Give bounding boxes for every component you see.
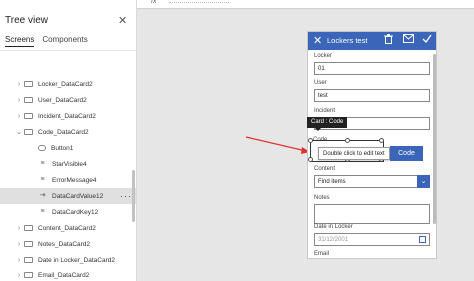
resize-handle[interactable]: [308, 138, 313, 143]
tree-item-user-datacard[interactable]: › User_DataCard2: [0, 92, 136, 108]
app-scrollbar[interactable]: [433, 54, 436, 224]
formula-text: [169, 2, 229, 5]
card-icon: [24, 241, 33, 247]
notes-input[interactable]: [314, 204, 430, 224]
button-icon: [38, 145, 46, 151]
chevron-right-icon[interactable]: ›: [14, 81, 24, 88]
chevron-right-icon[interactable]: ›: [14, 257, 24, 264]
tree-item-label: Code_DataCard2: [38, 128, 89, 136]
field-label-email: Email: [314, 251, 330, 257]
tree-divider: [0, 50, 136, 51]
resize-handle[interactable]: [345, 138, 350, 143]
field-label-date: Date in Locker: [314, 224, 353, 230]
tree-item-email-datacard[interactable]: › Email_DataCard2: [0, 267, 136, 281]
tree-item-label: Incident_DataCard2: [38, 112, 96, 120]
field-label-user: User: [314, 80, 327, 86]
tree-tabs: Screens Components: [5, 35, 88, 47]
resize-handle[interactable]: [379, 138, 384, 143]
tree-item-button1[interactable]: Button1: [0, 140, 136, 156]
tree-item-label: Button1: [51, 144, 74, 152]
label-icon: ≡: [40, 160, 45, 167]
code-button[interactable]: Code: [390, 146, 423, 161]
tree-item-locker-datacard[interactable]: › Locker_DataCard2: [0, 76, 136, 92]
checkmark-icon[interactable]: [422, 34, 432, 46]
tree-item-datacardkey[interactable]: ≡ DataCardKey12: [0, 204, 136, 220]
tree-item-label: Date in Locker_DataCard2: [38, 256, 115, 264]
tree-item-label: StarVisible4: [52, 160, 87, 168]
card-name-tooltip: Card : Code: [307, 117, 348, 131]
tree-item-incident-datacard[interactable]: › Incident_DataCard2: [0, 108, 136, 124]
close-icon[interactable]: ✕: [118, 14, 127, 27]
more-options-icon[interactable]: ···: [120, 191, 132, 201]
tree-scrollbar[interactable]: [132, 170, 135, 222]
tab-screens[interactable]: Screens: [5, 35, 35, 47]
mail-icon[interactable]: [403, 34, 414, 46]
tree-item-label: Email_DataCard2: [38, 271, 90, 279]
tree-item-code-datacard[interactable]: ⌄ Code_DataCard2: [0, 124, 136, 140]
field-label-content: Content: [314, 166, 336, 172]
label-icon: ≡: [40, 208, 45, 215]
user-input[interactable]: test: [314, 89, 430, 102]
red-arrow-annotation: [245, 136, 310, 154]
tree-item-label: ErrorMessage4: [52, 176, 97, 184]
card-icon: [24, 272, 33, 278]
card-icon: [24, 113, 33, 119]
tree-item-date-datacard[interactable]: › Date in Locker_DataCard2: [0, 252, 136, 268]
tree-item-errormessage[interactable]: ≡ ErrorMessage4: [0, 172, 136, 188]
tree-item-label: User_DataCard2: [38, 96, 87, 104]
content-dropdown[interactable]: Find items ⌄: [314, 175, 430, 188]
tree-view-panel: Tree view ✕ Screens Components › Locker_…: [0, 0, 137, 281]
tab-components[interactable]: Components: [42, 35, 87, 47]
field-label-locker: Locker: [314, 53, 333, 59]
tree-item-starvisible[interactable]: ≡ StarVisible4: [0, 156, 136, 172]
tree-item-label: Notes_DataCard2: [38, 240, 91, 248]
tree-item-content-datacard[interactable]: › Content_DataCard2: [0, 220, 136, 236]
label-icon: ≡: [40, 176, 45, 183]
tree-item-label: Locker_DataCard2: [38, 80, 93, 88]
card-icon: [24, 129, 33, 135]
edit-text-tooltip: Double click to edit text: [318, 147, 390, 160]
tree-view-title: Tree view: [5, 15, 48, 26]
trash-icon[interactable]: [384, 34, 393, 47]
card-icon: [24, 257, 33, 263]
chevron-right-icon[interactable]: ›: [14, 97, 24, 104]
resize-handle[interactable]: [308, 157, 313, 162]
dropdown-value: Find items: [318, 179, 346, 185]
card-icon: [24, 225, 33, 231]
app-header: ✕ Lockers test: [308, 32, 436, 50]
card-icon: [24, 97, 33, 103]
tree-item-label: DataCardValue12: [52, 192, 104, 200]
close-icon[interactable]: ✕: [313, 34, 322, 47]
locker-input[interactable]: 01: [314, 62, 430, 75]
card-icon: [24, 81, 33, 87]
calendar-icon[interactable]: [419, 236, 426, 243]
chevron-right-icon[interactable]: ›: [14, 241, 24, 248]
chevron-down-icon[interactable]: ⌄: [14, 128, 24, 136]
tree-item-notes-datacard[interactable]: › Notes_DataCard2: [0, 236, 136, 252]
date-value: 31/12/2001: [318, 237, 349, 243]
chevron-down-icon[interactable]: ⌄: [417, 175, 430, 188]
formula-bar[interactable]: fx: [137, 0, 474, 9]
tree-item-datacardvalue-selected[interactable]: ⇥ DataCardValue12 ···: [0, 188, 136, 204]
field-label-incident: Incident: [314, 108, 336, 114]
fx-label: fx: [151, 0, 157, 5]
chevron-right-icon[interactable]: ›: [14, 225, 24, 232]
app-title: Lockers test: [327, 36, 368, 45]
chevron-right-icon[interactable]: ›: [14, 272, 24, 279]
tree-item-label: Content_DataCard2: [38, 224, 96, 232]
date-picker[interactable]: 31/12/2001: [314, 233, 430, 246]
text-input-icon: ⇥: [39, 192, 46, 199]
chevron-right-icon[interactable]: ›: [14, 113, 24, 120]
field-label-notes: Notes: [314, 195, 330, 201]
tree-item-label: DataCardKey12: [52, 208, 99, 216]
